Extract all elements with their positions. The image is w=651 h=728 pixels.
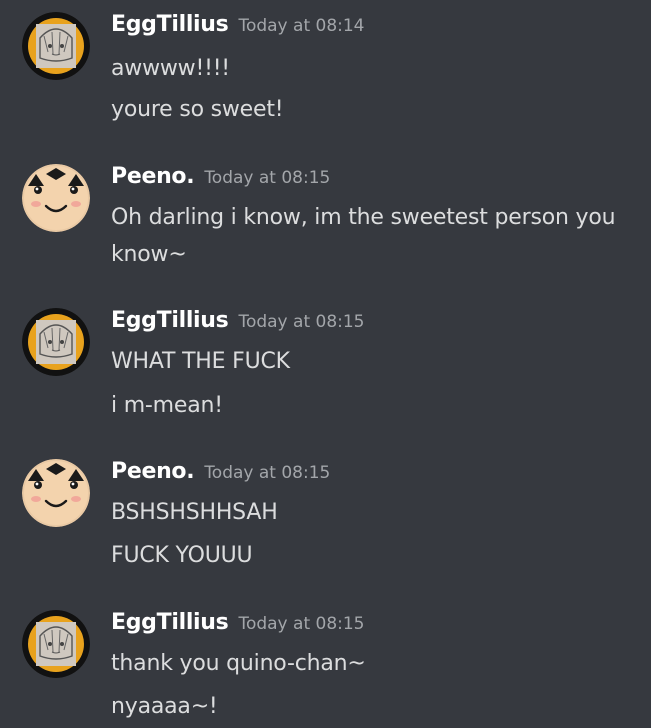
peeno-avatar-icon	[22, 164, 90, 232]
eggtillius-avatar-icon	[22, 610, 90, 678]
username[interactable]: Peeno.	[111, 459, 195, 484]
message-text: nyaaaa~!	[111, 694, 218, 719]
message-header: EggTillius Today at 08:14	[111, 12, 365, 42]
eggtillius-avatar-icon	[22, 12, 90, 80]
message-header: Peeno. Today at 08:15	[111, 459, 330, 489]
timestamp: Today at 08:14	[238, 16, 365, 36]
username[interactable]: EggTillius	[111, 12, 229, 37]
message-header: EggTillius Today at 08:15	[111, 610, 365, 640]
chat-message-list: EggTillius Today at 08:14 awwww!!!! youre…	[0, 0, 651, 728]
eggtillius-avatar-icon	[22, 308, 90, 376]
timestamp: Today at 08:15	[204, 168, 331, 188]
avatar[interactable]	[22, 459, 90, 527]
message-text: thank you quino-chan~	[111, 651, 366, 676]
message-header: EggTillius Today at 08:15	[111, 308, 365, 338]
message-text: i m-mean!	[111, 393, 223, 418]
message-text: Oh darling i know, im the sweetest perso…	[111, 205, 616, 267]
avatar[interactable]	[22, 12, 90, 80]
peeno-avatar-icon	[22, 459, 90, 527]
timestamp: Today at 08:15	[238, 312, 365, 332]
timestamp: Today at 08:15	[204, 463, 331, 483]
message-text: WHAT THE FUCK	[111, 349, 290, 374]
avatar[interactable]	[22, 164, 90, 232]
message-text: awwww!!!!	[111, 56, 230, 81]
timestamp: Today at 08:15	[238, 614, 365, 634]
message-text: FUCK YOUUU	[111, 543, 253, 568]
message-text: youre so sweet!	[111, 97, 284, 122]
message-text: BSHSHSHHSAH	[111, 500, 278, 525]
avatar[interactable]	[22, 308, 90, 376]
username[interactable]: EggTillius	[111, 610, 229, 635]
username[interactable]: Peeno.	[111, 164, 195, 189]
avatar[interactable]	[22, 610, 90, 678]
message-header: Peeno. Today at 08:15	[111, 164, 330, 194]
username[interactable]: EggTillius	[111, 308, 229, 333]
